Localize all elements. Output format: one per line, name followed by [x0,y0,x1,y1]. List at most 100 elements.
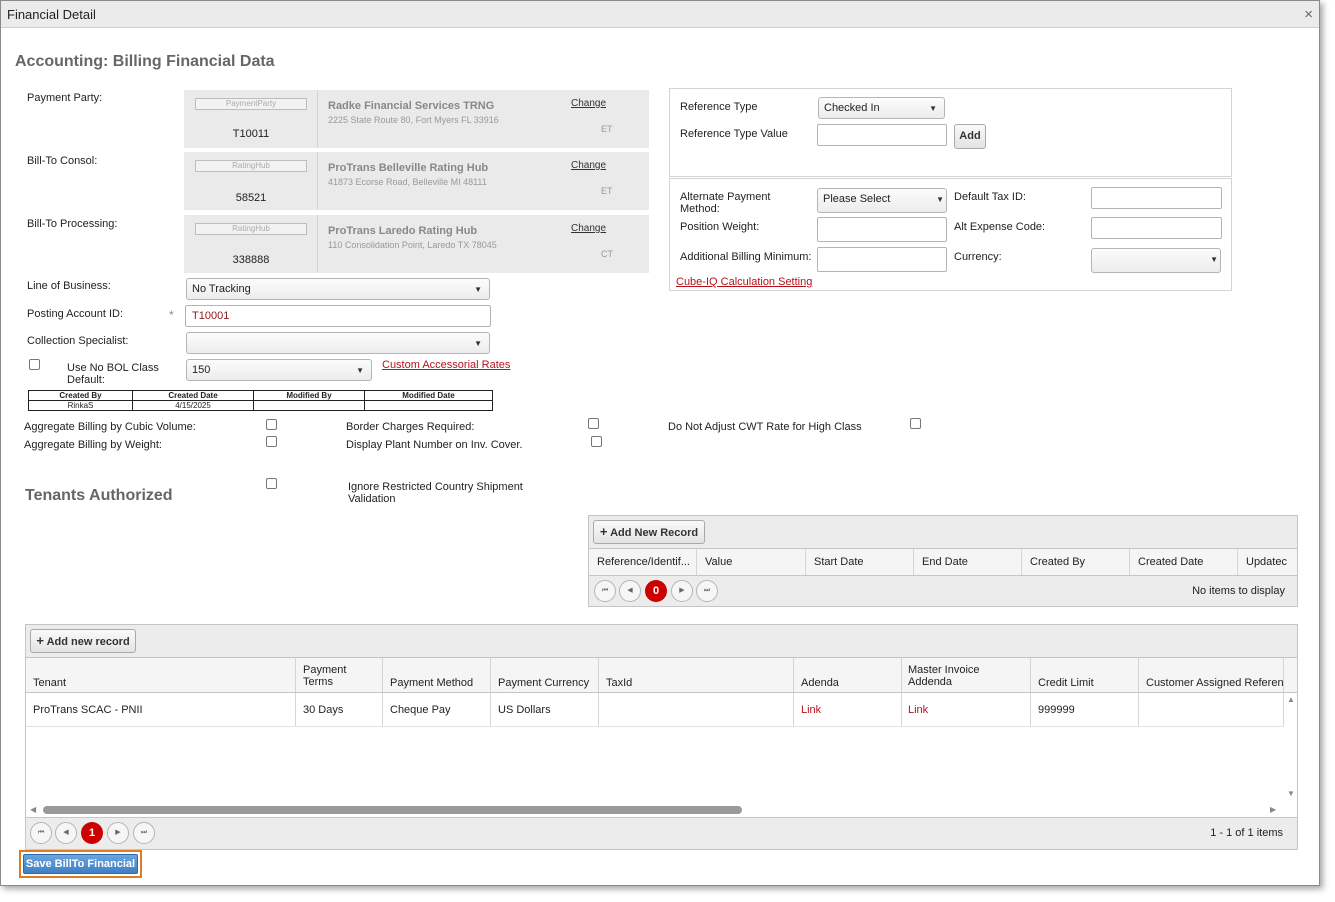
save-billto-financial-button[interactable]: Save BillTo Financial [23,854,138,874]
col-customer-ref[interactable]: Customer Assigned Referenc [1139,658,1284,692]
last-page-icon[interactable]: ⏭ [696,580,718,602]
col-updated[interactable]: Updatec [1238,549,1297,575]
current-page[interactable]: 0 [645,580,667,602]
add-tenant-record-button[interactable]: + Add new record [30,629,136,653]
last-page-icon[interactable]: ⏭ [133,822,155,844]
alt-expense-input[interactable] [1091,217,1222,239]
next-page-icon[interactable]: ▶ [671,580,693,602]
no-adjust-cwt-checkbox[interactable] [910,418,921,429]
dialog-titlebar: Financial Detail × [1,1,1319,28]
scroll-up-icon[interactable]: ▲ [1287,695,1295,704]
bill-to-processing-box[interactable]: RatingHub 338888 ProTrans Laredo Rating … [184,215,649,273]
section-title: Accounting: Billing Financial Data [15,53,275,70]
plus-icon: + [36,633,44,648]
additional-min-input[interactable] [817,247,947,272]
cell-master-invoice-link[interactable]: Link [902,693,1031,726]
reference-type-value: Checked In [824,102,880,114]
chevron-down-icon: ▼ [474,285,482,294]
divider [317,152,318,210]
add-reference-button[interactable]: Add [954,124,986,149]
bill-to-processing-address: 110 Consolidation Point, Laredo TX 78045 [328,240,497,250]
agg-weight-checkbox[interactable] [266,436,277,447]
col-reference[interactable]: Reference/Identif... [589,549,697,575]
add-new-record-button[interactable]: + Add New Record [593,520,705,544]
required-indicator: * [169,308,174,322]
col-created-date[interactable]: Created Date [1130,549,1238,575]
collection-specialist-select[interactable]: ▼ [186,332,490,354]
first-page-icon[interactable]: ⏮ [30,822,52,844]
col-payment-terms[interactable]: Payment Terms [296,658,383,692]
audit-header-created-date: Created Date [132,390,254,401]
bill-to-consol-change-link[interactable]: Change [571,160,606,171]
col-created-by[interactable]: Created By [1022,549,1130,575]
display-plant-checkbox[interactable] [591,436,602,447]
col-value[interactable]: Value [697,549,806,575]
divider [317,215,318,273]
tenant-grid-toolbar: + Add new record [26,625,1297,658]
tenant-grid-status: 1 - 1 of 1 items [1210,827,1283,839]
border-charges-checkbox[interactable] [588,418,599,429]
audit-header-modified-by: Modified By [253,390,365,401]
no-adjust-cwt-label: Do Not Adjust CWT Rate for High Class [668,421,862,433]
display-plant-label: Display Plant Number on Inv. Cover. [346,439,523,451]
prev-page-icon[interactable]: ◀ [619,580,641,602]
payment-party-change-link[interactable]: Change [571,98,606,109]
vertical-scrollbar[interactable]: ▲ ▼ [1284,693,1298,803]
payment-party-box[interactable]: PaymentParty T10011 Radke Financial Serv… [184,90,649,148]
bill-to-consol-address: 41873 Ecorse Road, Belleville MI 48111 [328,177,487,187]
current-page[interactable]: 1 [81,822,103,844]
first-page-icon[interactable]: ⏮ [594,580,616,602]
cell-adenda-link[interactable]: Link [794,693,902,726]
currency-label: Currency: [954,251,1002,263]
reference-grid: + Add New Record Reference/Identif... Va… [588,515,1298,607]
col-payment-currency[interactable]: Payment Currency [491,658,599,692]
scroll-thumb[interactable] [43,806,742,814]
reference-type-label: Reference Type [680,101,758,113]
next-page-icon[interactable]: ▶ [107,822,129,844]
audit-header-modified-date: Modified Date [364,390,493,401]
dialog-title: Financial Detail [7,7,96,22]
horizontal-scrollbar[interactable]: ◀ ▶ [26,803,1284,817]
bill-to-consol-box[interactable]: RatingHub 58521 ProTrans Belleville Rati… [184,152,649,210]
audit-modified-by [253,400,365,411]
close-icon[interactable]: × [1304,6,1313,23]
no-bol-class-select[interactable]: 150 ▼ [186,359,372,381]
scroll-left-icon[interactable]: ◀ [30,805,36,814]
col-payment-method[interactable]: Payment Method [383,658,491,692]
ignore-restricted-checkbox[interactable] [266,478,277,489]
add-tenant-record-label: Add new record [46,636,130,648]
table-row[interactable]: ProTrans SCAC - PNII 30 Days Cheque Pay … [26,693,1284,727]
audit-table: Created By Created Date Modified By Modi… [28,390,493,411]
line-of-business-select[interactable]: No Tracking ▼ [186,278,490,300]
bill-to-processing-timezone: CT [601,249,613,259]
custom-accessorial-rates-link[interactable]: Custom Accessorial Rates [382,359,510,371]
ignore-restricted-label: Ignore Restricted Country Shipment Valid… [348,481,523,505]
use-no-bol-class-checkbox[interactable] [29,359,40,370]
col-master-invoice-addenda[interactable]: Master Invoice Addenda [902,658,1031,692]
alt-payment-select[interactable]: Please Select ▼ [817,188,947,213]
posting-account-input[interactable]: T10001 [185,305,491,327]
agg-cubic-checkbox[interactable] [266,419,277,430]
col-tenant[interactable]: Tenant [26,658,296,692]
default-tax-input[interactable] [1091,187,1222,209]
bill-to-processing-label: Bill-To Processing: [27,218,118,230]
col-credit-limit[interactable]: Credit Limit [1031,658,1139,692]
scroll-right-icon[interactable]: ▶ [1270,805,1276,814]
tenant-grid: + Add new record Tenant Payment Terms Pa… [25,624,1298,850]
col-taxid[interactable]: TaxId [599,658,794,692]
alt-expense-label: Alt Expense Code: [954,221,1046,233]
reference-type-value-input[interactable] [817,124,947,146]
col-start-date[interactable]: Start Date [806,549,914,575]
agg-cubic-label: Aggregate Billing by Cubic Volume: [24,421,196,433]
position-weight-input[interactable] [817,217,947,242]
scroll-down-icon[interactable]: ▼ [1287,789,1295,798]
bill-to-processing-change-link[interactable]: Change [571,223,606,234]
reference-type-value-label: Reference Type Value [680,128,788,140]
currency-select[interactable]: ▼ [1091,248,1221,273]
alt-payment-value: Please Select [823,193,891,205]
col-adenda[interactable]: Adenda [794,658,902,692]
reference-type-select[interactable]: Checked In ▼ [818,97,945,119]
cube-iq-link[interactable]: Cube-IQ Calculation Setting [676,276,812,288]
prev-page-icon[interactable]: ◀ [55,822,77,844]
col-end-date[interactable]: End Date [914,549,1022,575]
